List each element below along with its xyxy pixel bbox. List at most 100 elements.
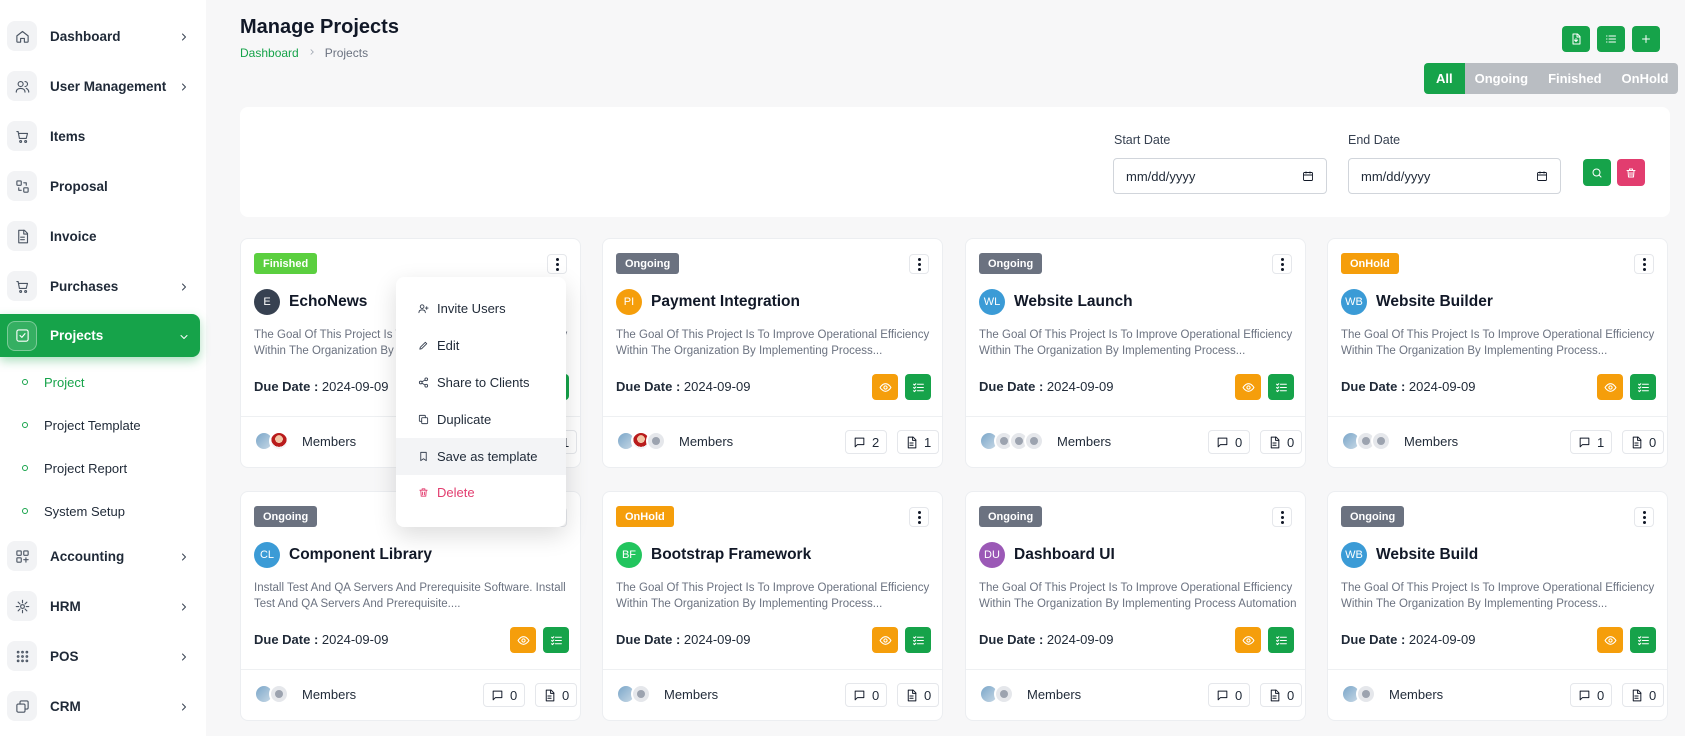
project-name[interactable]: Website Build: [1376, 546, 1478, 564]
view-button[interactable]: [1597, 627, 1623, 653]
filter-tab-onhold[interactable]: OnHold: [1611, 63, 1679, 94]
sidebar-subitem-project-report[interactable]: Project Report: [0, 453, 200, 483]
view-button[interactable]: [1597, 374, 1623, 400]
project-name[interactable]: Website Launch: [1014, 293, 1133, 311]
sidebar-item-invoice[interactable]: Invoice: [0, 215, 200, 257]
members-group[interactable]: Members: [1341, 683, 1443, 705]
task-list-button[interactable]: [1630, 374, 1656, 400]
comments-count[interactable]: 0: [845, 683, 888, 707]
clear-filter-button[interactable]: [1617, 159, 1645, 186]
task-list-button[interactable]: [905, 627, 931, 653]
menu-item-duplicate[interactable]: Duplicate: [396, 402, 566, 436]
comments-count[interactable]: 2: [845, 430, 888, 454]
project-name[interactable]: Website Builder: [1376, 293, 1493, 311]
task-list-button[interactable]: [543, 627, 569, 653]
view-button[interactable]: [872, 374, 898, 400]
files-count[interactable]: 0: [1260, 430, 1303, 454]
sidebar-item-purchases[interactable]: Purchases: [0, 265, 200, 307]
view-button[interactable]: [510, 627, 536, 653]
more-options-button[interactable]: [1634, 507, 1654, 527]
more-options-button[interactable]: [909, 254, 929, 274]
project-name[interactable]: EchoNews: [289, 293, 367, 311]
sidebar-subitem-project[interactable]: Project: [0, 367, 200, 397]
task-list-button[interactable]: [1268, 374, 1294, 400]
sidebar-item-accounting[interactable]: Accounting: [0, 535, 200, 577]
sidebar-item-crm[interactable]: CRM: [0, 685, 200, 727]
files-count[interactable]: 0: [1622, 430, 1665, 454]
files-count[interactable]: 0: [535, 683, 578, 707]
members-group[interactable]: Members: [979, 430, 1111, 452]
members-group[interactable]: Members: [616, 683, 718, 705]
sidebar-item-projects[interactable]: Projects: [0, 314, 200, 357]
user-placeholder-icon: [646, 431, 666, 451]
sidebar-subitem-system-setup[interactable]: System Setup: [0, 496, 200, 526]
search-button[interactable]: [1583, 159, 1611, 186]
files-value: 0: [924, 687, 932, 703]
menu-item-edit[interactable]: Edit: [396, 328, 566, 362]
project-name[interactable]: Payment Integration: [651, 293, 800, 311]
due-date: Due Date : 2024-09-09: [616, 379, 750, 394]
task-list-button[interactable]: [905, 374, 931, 400]
calendar-icon[interactable]: [1536, 170, 1548, 182]
files-count[interactable]: 0: [1622, 683, 1665, 707]
view-button[interactable]: [1235, 627, 1261, 653]
sidebar-item-user-management[interactable]: User Management: [0, 65, 200, 107]
view-button[interactable]: [1235, 374, 1261, 400]
more-options-button[interactable]: [547, 254, 567, 274]
project-avatar: WB: [1341, 542, 1367, 568]
eye-icon: [1242, 382, 1254, 392]
sidebar-subitem-project-template[interactable]: Project Template: [0, 410, 200, 440]
comments-count[interactable]: 0: [1570, 683, 1613, 707]
menu-item-save-as-template[interactable]: Save as template: [396, 438, 566, 475]
project-avatar: BF: [616, 542, 642, 568]
filter-tab-finished[interactable]: Finished: [1538, 63, 1612, 94]
task-list-button[interactable]: [1268, 627, 1294, 653]
more-options-button[interactable]: [1272, 254, 1292, 274]
file-icon: [1632, 436, 1642, 448]
start-date-input[interactable]: mm/dd/yyyy: [1113, 158, 1327, 194]
sidebar-item-pos[interactable]: POS: [0, 635, 200, 677]
members-label: Members: [302, 433, 357, 449]
checklist-icon: [912, 382, 924, 392]
list-view-button[interactable]: [1597, 26, 1625, 52]
members-group[interactable]: Members: [979, 683, 1081, 705]
filter-tab-all[interactable]: All: [1424, 63, 1465, 94]
members-group[interactable]: Members: [616, 430, 733, 452]
menu-item-invite-users[interactable]: Invite Users: [396, 291, 566, 325]
sidebar-item-hrm[interactable]: HRM: [0, 585, 200, 627]
end-date-input[interactable]: mm/dd/yyyy: [1348, 158, 1561, 194]
chevron-right-icon: [178, 650, 190, 662]
sidebar-item-dashboard[interactable]: Dashboard: [0, 15, 200, 57]
more-options-button[interactable]: [1272, 507, 1292, 527]
files-count[interactable]: 1: [897, 430, 940, 454]
menu-item-delete[interactable]: Delete: [396, 475, 566, 509]
project-name[interactable]: Dashboard UI: [1014, 546, 1115, 564]
filter-tab-ongoing[interactable]: Ongoing: [1464, 63, 1539, 94]
view-button[interactable]: [872, 627, 898, 653]
comment-icon: [1579, 437, 1590, 447]
more-options-button[interactable]: [1634, 254, 1654, 274]
breadcrumb-dashboard-link[interactable]: Dashboard: [240, 46, 299, 60]
project-name[interactable]: Component Library: [289, 546, 432, 564]
comment-icon: [1579, 690, 1590, 700]
comments-count[interactable]: 1: [1570, 430, 1613, 454]
project-name[interactable]: Bootstrap Framework: [651, 546, 811, 564]
comments-count[interactable]: 0: [483, 683, 526, 707]
checklist-icon: [1637, 635, 1649, 645]
sidebar-item-items[interactable]: Items: [0, 115, 200, 157]
members-group[interactable]: Members: [1341, 430, 1458, 452]
more-options-button[interactable]: [909, 507, 929, 527]
files-count[interactable]: 0: [1260, 683, 1303, 707]
members-group[interactable]: Members: [254, 430, 356, 452]
add-project-button[interactable]: [1632, 26, 1660, 52]
file-export-icon: [1572, 33, 1581, 45]
calendar-icon[interactable]: [1302, 170, 1314, 182]
sidebar-item-proposal[interactable]: Proposal: [0, 165, 200, 207]
comments-count[interactable]: 0: [1208, 430, 1251, 454]
task-list-button[interactable]: [1630, 627, 1656, 653]
menu-item-share-to-clients[interactable]: Share to Clients: [396, 365, 566, 399]
files-count[interactable]: 0: [897, 683, 940, 707]
members-group[interactable]: Members: [254, 683, 356, 705]
comments-count[interactable]: 0: [1208, 683, 1251, 707]
export-button[interactable]: [1562, 26, 1590, 52]
